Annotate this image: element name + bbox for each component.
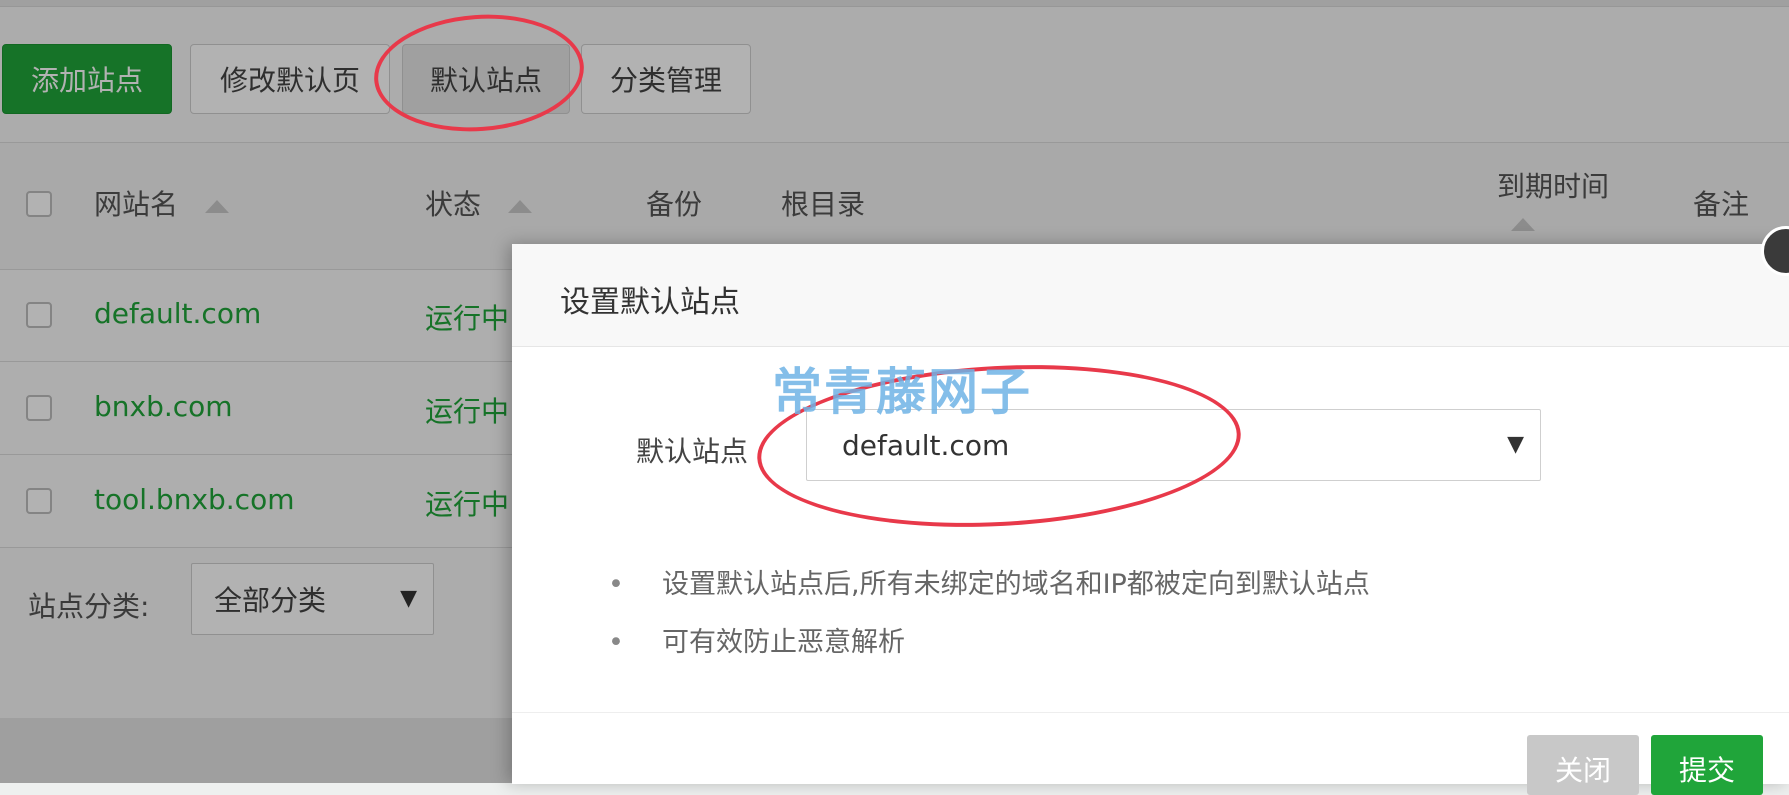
dialog-tips: 设置默认站点后,所有未绑定的域名和IP都被定向到默认站点 可有效防止恶意解析 [608, 556, 1370, 672]
dialog-header: 设置默认站点 [512, 244, 1789, 347]
tip-item: 可有效防止恶意解析 [608, 614, 1370, 672]
tip-item: 设置默认站点后,所有未绑定的域名和IP都被定向到默认站点 [608, 556, 1370, 614]
submit-button[interactable]: 提交 [1651, 735, 1763, 795]
dialog-footer: 关闭 提交 [512, 712, 1789, 795]
default-site-label: 默认站点 [636, 435, 749, 468]
caret-down-icon: ▼ [1507, 432, 1524, 457]
close-button[interactable]: 关闭 [1527, 735, 1639, 795]
dialog-title: 设置默认站点 [560, 285, 740, 320]
default-site-dialog: 设置默认站点 默认站点 default.com ▼ 设置默认站点后,所有未绑定的… [512, 226, 1789, 795]
watermark-text: 常青藤网子 [772, 363, 1032, 421]
default-site-value: default.com [842, 428, 1010, 462]
